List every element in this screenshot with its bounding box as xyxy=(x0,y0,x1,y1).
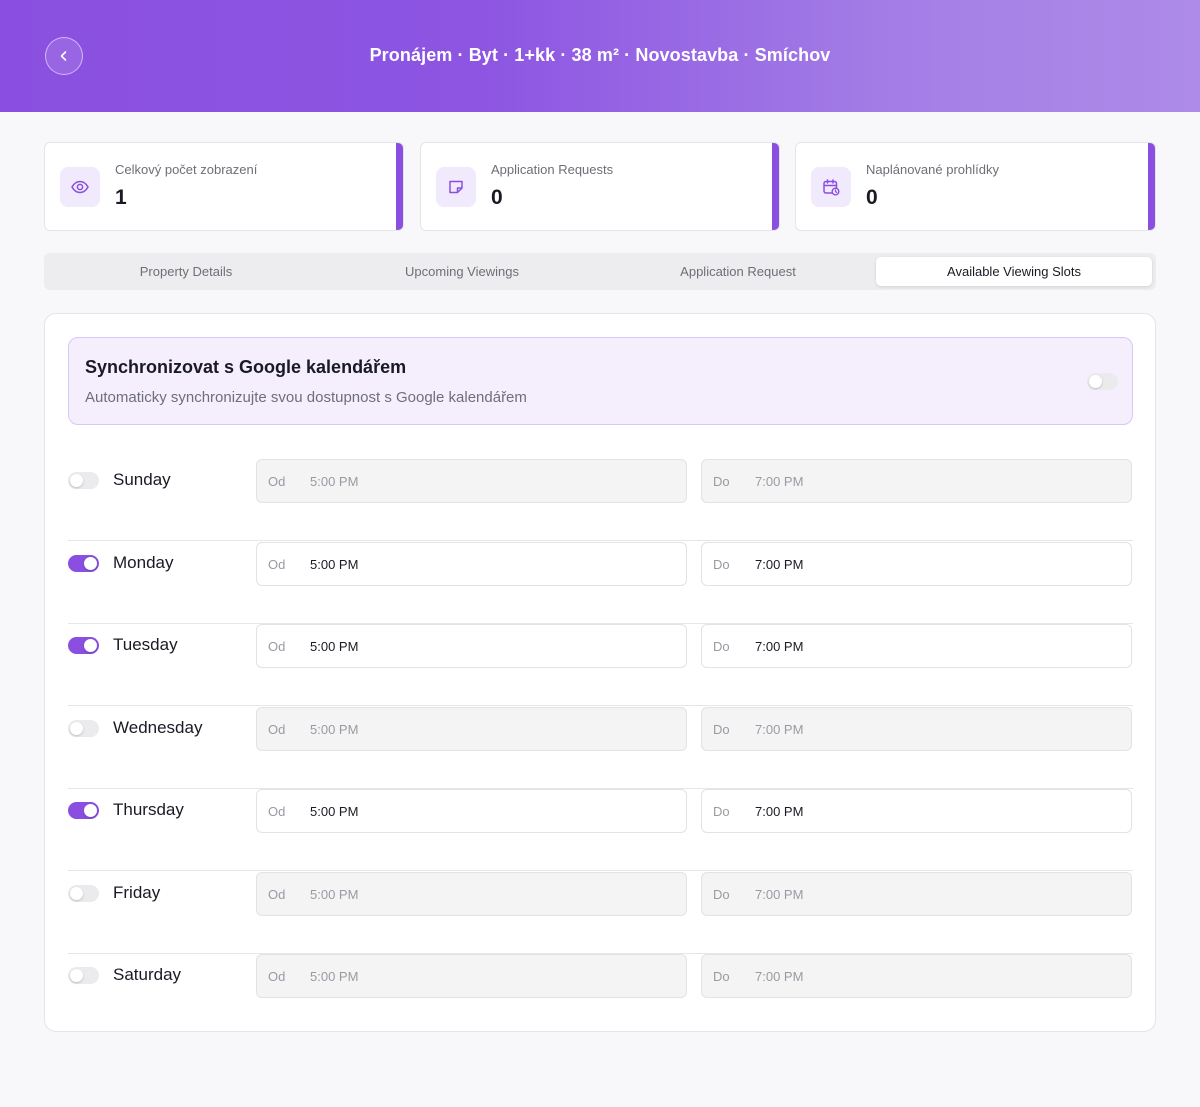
toggle-knob xyxy=(84,556,97,570)
time-from-label: Od xyxy=(268,721,286,737)
time-to-label: Do xyxy=(713,804,730,819)
day-toggle[interactable] xyxy=(68,637,99,654)
day-name: Wednesday xyxy=(113,717,203,737)
day-row-saturday: Saturday Od 5:00 PM Do 7:00 PM xyxy=(68,954,1133,1036)
tab-bar: Property Details Upcoming Viewings Appli… xyxy=(44,253,1156,290)
day-toggle[interactable] xyxy=(68,967,99,984)
google-calendar-sync-box: Synchronizovat s Google kalendářem Autom… xyxy=(68,337,1133,425)
time-to-field[interactable]: Do 7:00 PM xyxy=(701,954,1132,998)
day-row-wednesday: Wednesday Od 5:00 PM Do 7:00 PM xyxy=(68,706,1133,789)
calendar-clock-icon xyxy=(811,167,851,207)
tab-available-viewing-slots[interactable]: Available Viewing Slots xyxy=(876,257,1152,286)
google-sync-toggle[interactable] xyxy=(1087,373,1118,390)
time-to-field[interactable]: Do 7:00 PM xyxy=(701,871,1132,916)
time-to-value: 7:00 PM xyxy=(755,886,804,902)
time-to-field[interactable]: Do 7:00 PM xyxy=(701,624,1132,668)
stat-card-views: Celkový počet zobrazení 1 xyxy=(44,142,404,231)
time-to-label: Do xyxy=(713,969,730,984)
time-to-value: 7:00 PM xyxy=(755,804,804,819)
card-accent xyxy=(396,143,403,230)
day-row-sunday: Sunday Od 5:00 PM Do 7:00 PM xyxy=(68,459,1133,541)
time-from-field[interactable]: Od 5:00 PM xyxy=(256,459,687,503)
time-from-value: 5:00 PM xyxy=(310,556,359,572)
day-row-thursday: Thursday Od 5:00 PM Do 7:00 PM xyxy=(68,789,1133,871)
time-to-field[interactable]: Do 7:00 PM xyxy=(701,706,1132,751)
time-to-value: 7:00 PM xyxy=(755,474,804,489)
time-to-label: Do xyxy=(713,721,730,737)
toggle-knob xyxy=(84,639,97,652)
time-to-value: 7:00 PM xyxy=(755,969,804,984)
viewing-slots-panel: Synchronizovat s Google kalendářem Autom… xyxy=(44,313,1156,1032)
day-name: Tuesday xyxy=(113,635,178,654)
sync-description: Automaticky synchronizujte svou dostupno… xyxy=(85,389,527,406)
time-from-field[interactable]: Od 5:00 PM xyxy=(256,789,687,833)
day-row-monday: Monday Od 5:00 PM Do 7:00 PM xyxy=(68,541,1133,624)
day-row-tuesday: Tuesday Od 5:00 PM Do 7:00 PM xyxy=(68,624,1133,706)
time-from-value: 5:00 PM xyxy=(310,886,359,902)
time-from-label: Od xyxy=(268,804,286,819)
day-name: Friday xyxy=(113,882,161,902)
day-name: Sunday xyxy=(113,470,171,489)
toggle-knob xyxy=(70,721,83,735)
toggle-knob xyxy=(70,474,83,487)
time-to-field[interactable]: Do 7:00 PM xyxy=(701,459,1132,503)
toggle-knob xyxy=(70,886,83,900)
day-row-friday: Friday Od 5:00 PM Do 7:00 PM xyxy=(68,871,1133,954)
time-from-field[interactable]: Od 5:00 PM xyxy=(256,706,687,751)
time-from-label: Od xyxy=(268,886,286,902)
time-to-value: 7:00 PM xyxy=(755,639,804,654)
time-from-value: 5:00 PM xyxy=(310,639,359,654)
day-name: Saturday xyxy=(113,965,182,984)
toggle-knob xyxy=(70,969,83,982)
stat-value: 0 xyxy=(866,186,878,209)
time-from-label: Od xyxy=(268,639,286,654)
time-to-field[interactable]: Do 7:00 PM xyxy=(701,789,1132,833)
eye-icon xyxy=(60,167,100,207)
time-from-field[interactable]: Od 5:00 PM xyxy=(256,954,687,998)
day-toggle[interactable] xyxy=(68,802,99,819)
time-to-value: 7:00 PM xyxy=(755,556,804,572)
time-from-field[interactable]: Od 5:00 PM xyxy=(256,624,687,668)
time-from-label: Od xyxy=(268,474,286,489)
time-from-value: 5:00 PM xyxy=(310,969,359,984)
time-to-label: Do xyxy=(713,886,730,902)
stat-label: Celkový počet zobrazení xyxy=(115,162,258,177)
day-name: Monday xyxy=(113,552,174,572)
page-header: Pronájem · Byt · 1+kk · 38 m² · Novostav… xyxy=(0,0,1200,112)
day-toggle[interactable] xyxy=(68,472,99,489)
time-from-field[interactable]: Od 5:00 PM xyxy=(256,541,687,586)
tab-application-request[interactable]: Application Request xyxy=(600,257,876,286)
time-from-value: 5:00 PM xyxy=(310,804,359,819)
stat-card-application-requests: Application Requests 0 xyxy=(420,142,780,231)
stat-value: 0 xyxy=(491,186,503,209)
time-to-field[interactable]: Do 7:00 PM xyxy=(701,541,1132,586)
time-from-value: 5:00 PM xyxy=(310,474,359,489)
tab-property-details[interactable]: Property Details xyxy=(48,257,324,286)
card-accent xyxy=(1148,143,1155,230)
time-from-label: Od xyxy=(268,556,286,572)
stat-label: Application Requests xyxy=(491,162,614,177)
stat-value: 1 xyxy=(115,186,127,209)
toggle-knob xyxy=(84,804,97,817)
time-to-label: Do xyxy=(713,639,730,654)
day-toggle[interactable] xyxy=(68,554,99,572)
time-to-label: Do xyxy=(713,556,730,572)
time-to-value: 7:00 PM xyxy=(755,721,804,737)
toggle-knob xyxy=(1089,375,1102,388)
page-title: Pronájem · Byt · 1+kk · 38 m² · Novostav… xyxy=(369,45,831,65)
stat-card-scheduled-viewings: Naplánované prohlídky 0 xyxy=(795,142,1156,231)
card-accent xyxy=(772,143,779,230)
tab-upcoming-viewings[interactable]: Upcoming Viewings xyxy=(324,257,600,286)
time-from-value: 5:00 PM xyxy=(310,721,359,737)
stat-label: Naplánované prohlídky xyxy=(866,162,999,177)
time-from-label: Od xyxy=(268,969,286,984)
day-toggle[interactable] xyxy=(68,884,99,902)
time-to-label: Do xyxy=(713,474,730,489)
sync-title: Synchronizovat s Google kalendářem xyxy=(85,357,407,377)
note-icon xyxy=(436,167,476,207)
day-toggle[interactable] xyxy=(68,719,99,737)
time-from-field[interactable]: Od 5:00 PM xyxy=(256,871,687,916)
day-name: Thursday xyxy=(113,800,184,819)
